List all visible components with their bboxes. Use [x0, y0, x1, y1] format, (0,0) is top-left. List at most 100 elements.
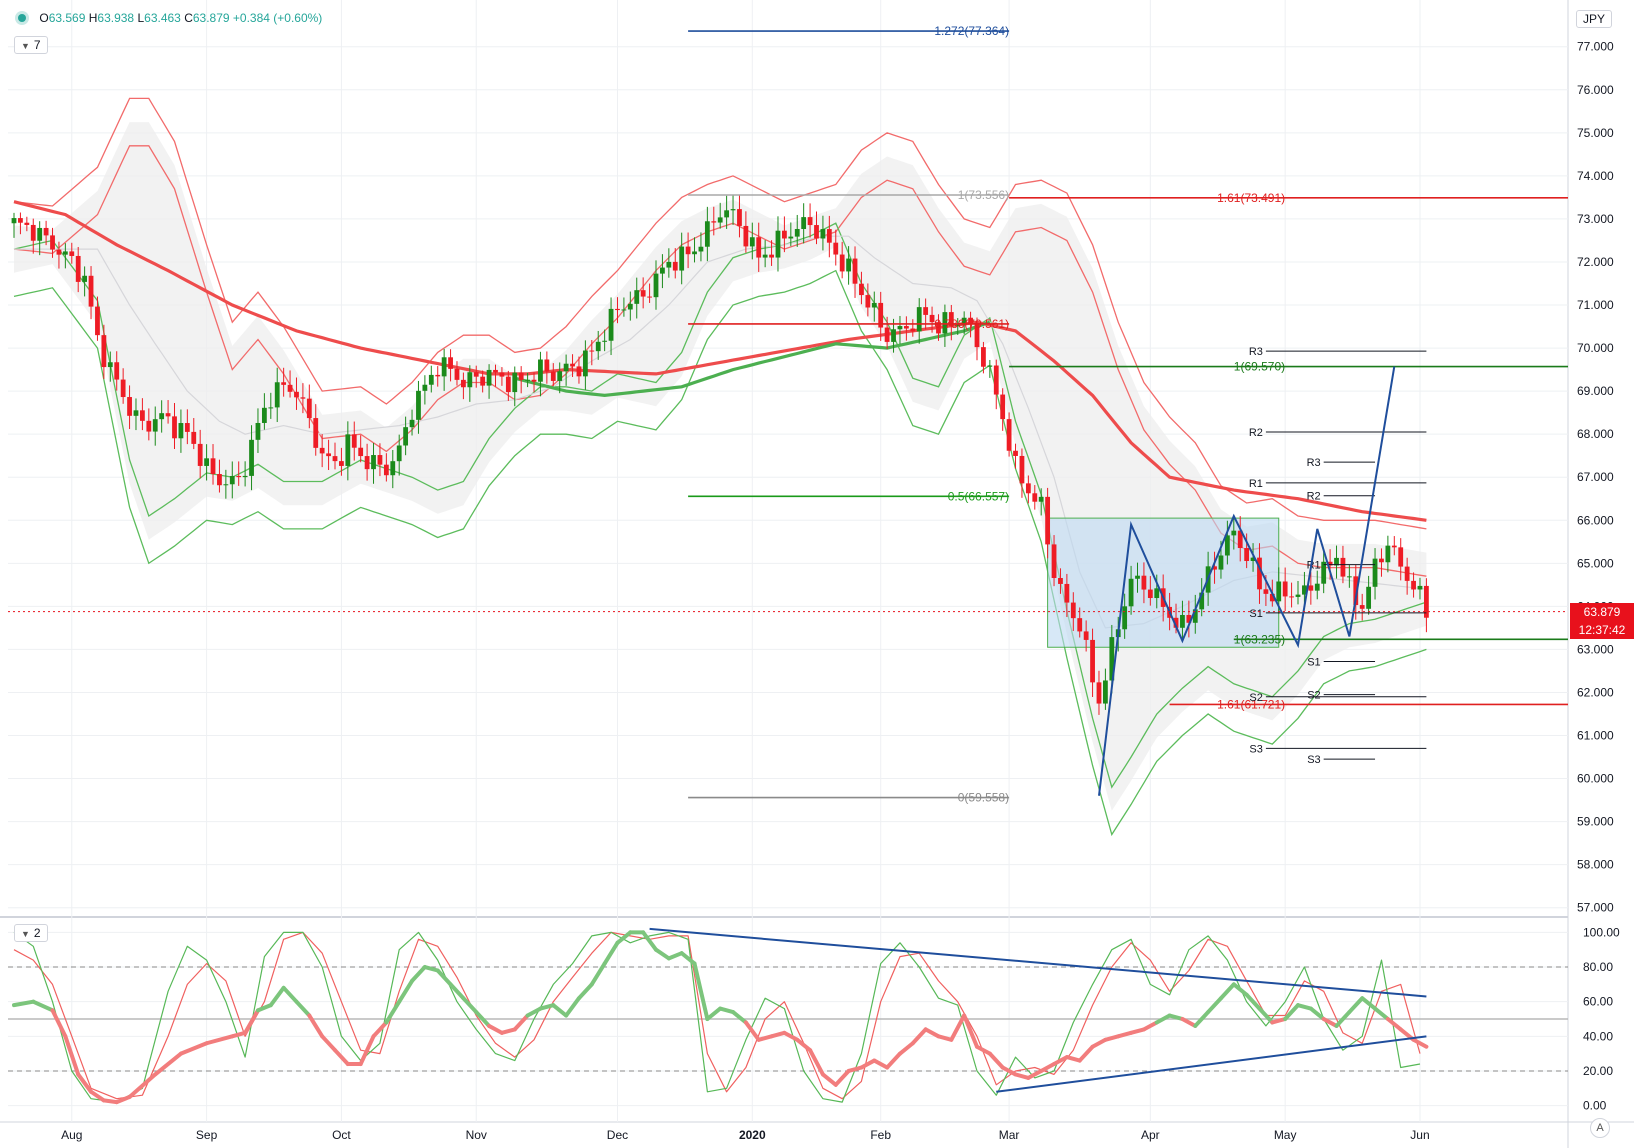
time-tick-label: Sep	[196, 1128, 218, 1142]
candle-body	[1083, 631, 1089, 640]
fib-level-label: 1(69.570)	[1234, 360, 1285, 374]
fib-level-label: 0.5(66.557)	[948, 489, 1009, 503]
candle-body	[204, 458, 209, 466]
candle-body	[152, 419, 158, 432]
candle-body	[236, 475, 242, 478]
candle-body	[473, 372, 479, 377]
candle-body	[512, 372, 518, 393]
candle-body	[319, 447, 325, 454]
candle-body	[826, 229, 832, 243]
price-tick-label: 58.000	[1577, 858, 1614, 872]
oscillator-indicators-count: 2	[33, 926, 41, 940]
chart-canvas[interactable]: 77.000 76.000 75.000 74.000 73.000 72.000 71.0…	[0, 0, 1634, 1148]
candle-body	[859, 283, 864, 296]
candle-body	[730, 209, 736, 211]
candle-body	[178, 423, 184, 439]
auto-scale-button[interactable]: A	[1590, 1118, 1610, 1138]
candle-body	[242, 475, 248, 478]
candle-body	[217, 474, 222, 486]
candle-body	[538, 359, 543, 382]
candle-body	[743, 225, 749, 247]
candle-body	[981, 347, 986, 367]
candle-body	[916, 307, 922, 332]
candle-body	[75, 255, 81, 282]
candle-body	[409, 419, 415, 428]
pivot-label: S3	[1249, 743, 1262, 755]
candle-body	[769, 254, 774, 258]
candle-body	[692, 251, 697, 255]
candle-body	[197, 443, 203, 466]
pivot-label: S1	[1249, 608, 1262, 620]
ohlc-legend: O63.569 H63.938 L63.463 C63.879 +0.384 (…	[18, 11, 322, 25]
candle-body	[274, 382, 280, 408]
candle-body	[525, 379, 530, 381]
candle-body	[435, 374, 441, 377]
candle-body	[1000, 394, 1006, 420]
candle-body	[1090, 639, 1095, 683]
candle-body	[30, 224, 36, 241]
candle-body	[480, 376, 486, 386]
candle-body	[782, 230, 787, 239]
candle-body	[56, 249, 62, 255]
price-tick-label: 60.000	[1577, 772, 1614, 786]
candle-body	[608, 308, 614, 341]
candle-body	[1231, 530, 1237, 536]
candle-body	[461, 379, 466, 388]
candle-body	[1404, 566, 1410, 581]
candle-body	[640, 290, 646, 297]
candle-body	[749, 237, 755, 247]
candle-body	[1282, 581, 1288, 597]
candle-body	[184, 423, 190, 432]
candle-body	[43, 227, 49, 236]
candle-body	[441, 357, 447, 377]
candle-body	[1154, 588, 1160, 599]
candle-body	[550, 371, 556, 381]
candle-body	[159, 413, 165, 420]
candle-body	[833, 242, 839, 255]
candle-body	[1051, 544, 1057, 579]
candle-body	[1141, 575, 1147, 590]
candle-body	[1379, 558, 1384, 563]
candle-body	[454, 368, 460, 380]
candle-body	[1417, 585, 1423, 590]
candle-body	[294, 391, 299, 398]
candle-body	[281, 382, 287, 385]
candle-body	[249, 439, 254, 476]
candle-body	[762, 254, 768, 258]
oscillator-tick-label: 80.00	[1583, 960, 1613, 974]
candle-body	[505, 376, 511, 393]
candle-body	[1359, 605, 1365, 609]
candle-body	[95, 306, 100, 336]
candle-body	[846, 258, 851, 272]
price-tick-label: 70.000	[1577, 341, 1614, 355]
fib-level-label: 1.61(73.491)	[1217, 191, 1285, 205]
candle-body	[518, 372, 524, 380]
main-indicators-toggle[interactable]: ▼ 7	[14, 36, 48, 54]
currency-badge[interactable]: JPY	[1575, 10, 1612, 28]
candle-body	[852, 258, 858, 284]
oscillator-indicators-toggle[interactable]: ▼ 2	[14, 924, 48, 942]
candle-body	[1308, 585, 1314, 591]
candle-body	[807, 217, 813, 226]
candle-body	[1025, 483, 1031, 494]
fib-level-label: 1(73.556)	[958, 188, 1009, 202]
candle-body	[140, 410, 145, 421]
price-tick-label: 57.000	[1577, 901, 1614, 915]
candle-body	[306, 398, 312, 419]
candle-body	[165, 413, 171, 417]
candle-body	[69, 251, 75, 256]
candle-body	[1398, 547, 1404, 567]
candle-body	[775, 230, 781, 258]
candle-body	[685, 246, 691, 255]
close-label: C	[184, 11, 193, 25]
time-tick-label: Nov	[466, 1128, 487, 1142]
candle-body	[756, 237, 762, 258]
candle-body	[1391, 545, 1397, 548]
price-tick-label: 65.000	[1577, 556, 1614, 570]
candle-body	[390, 461, 396, 476]
candle-body	[120, 379, 126, 398]
candle-body	[602, 340, 608, 342]
candle-body	[1103, 680, 1108, 704]
candle-body	[903, 326, 909, 329]
time-tick-label: Oct	[332, 1128, 351, 1142]
